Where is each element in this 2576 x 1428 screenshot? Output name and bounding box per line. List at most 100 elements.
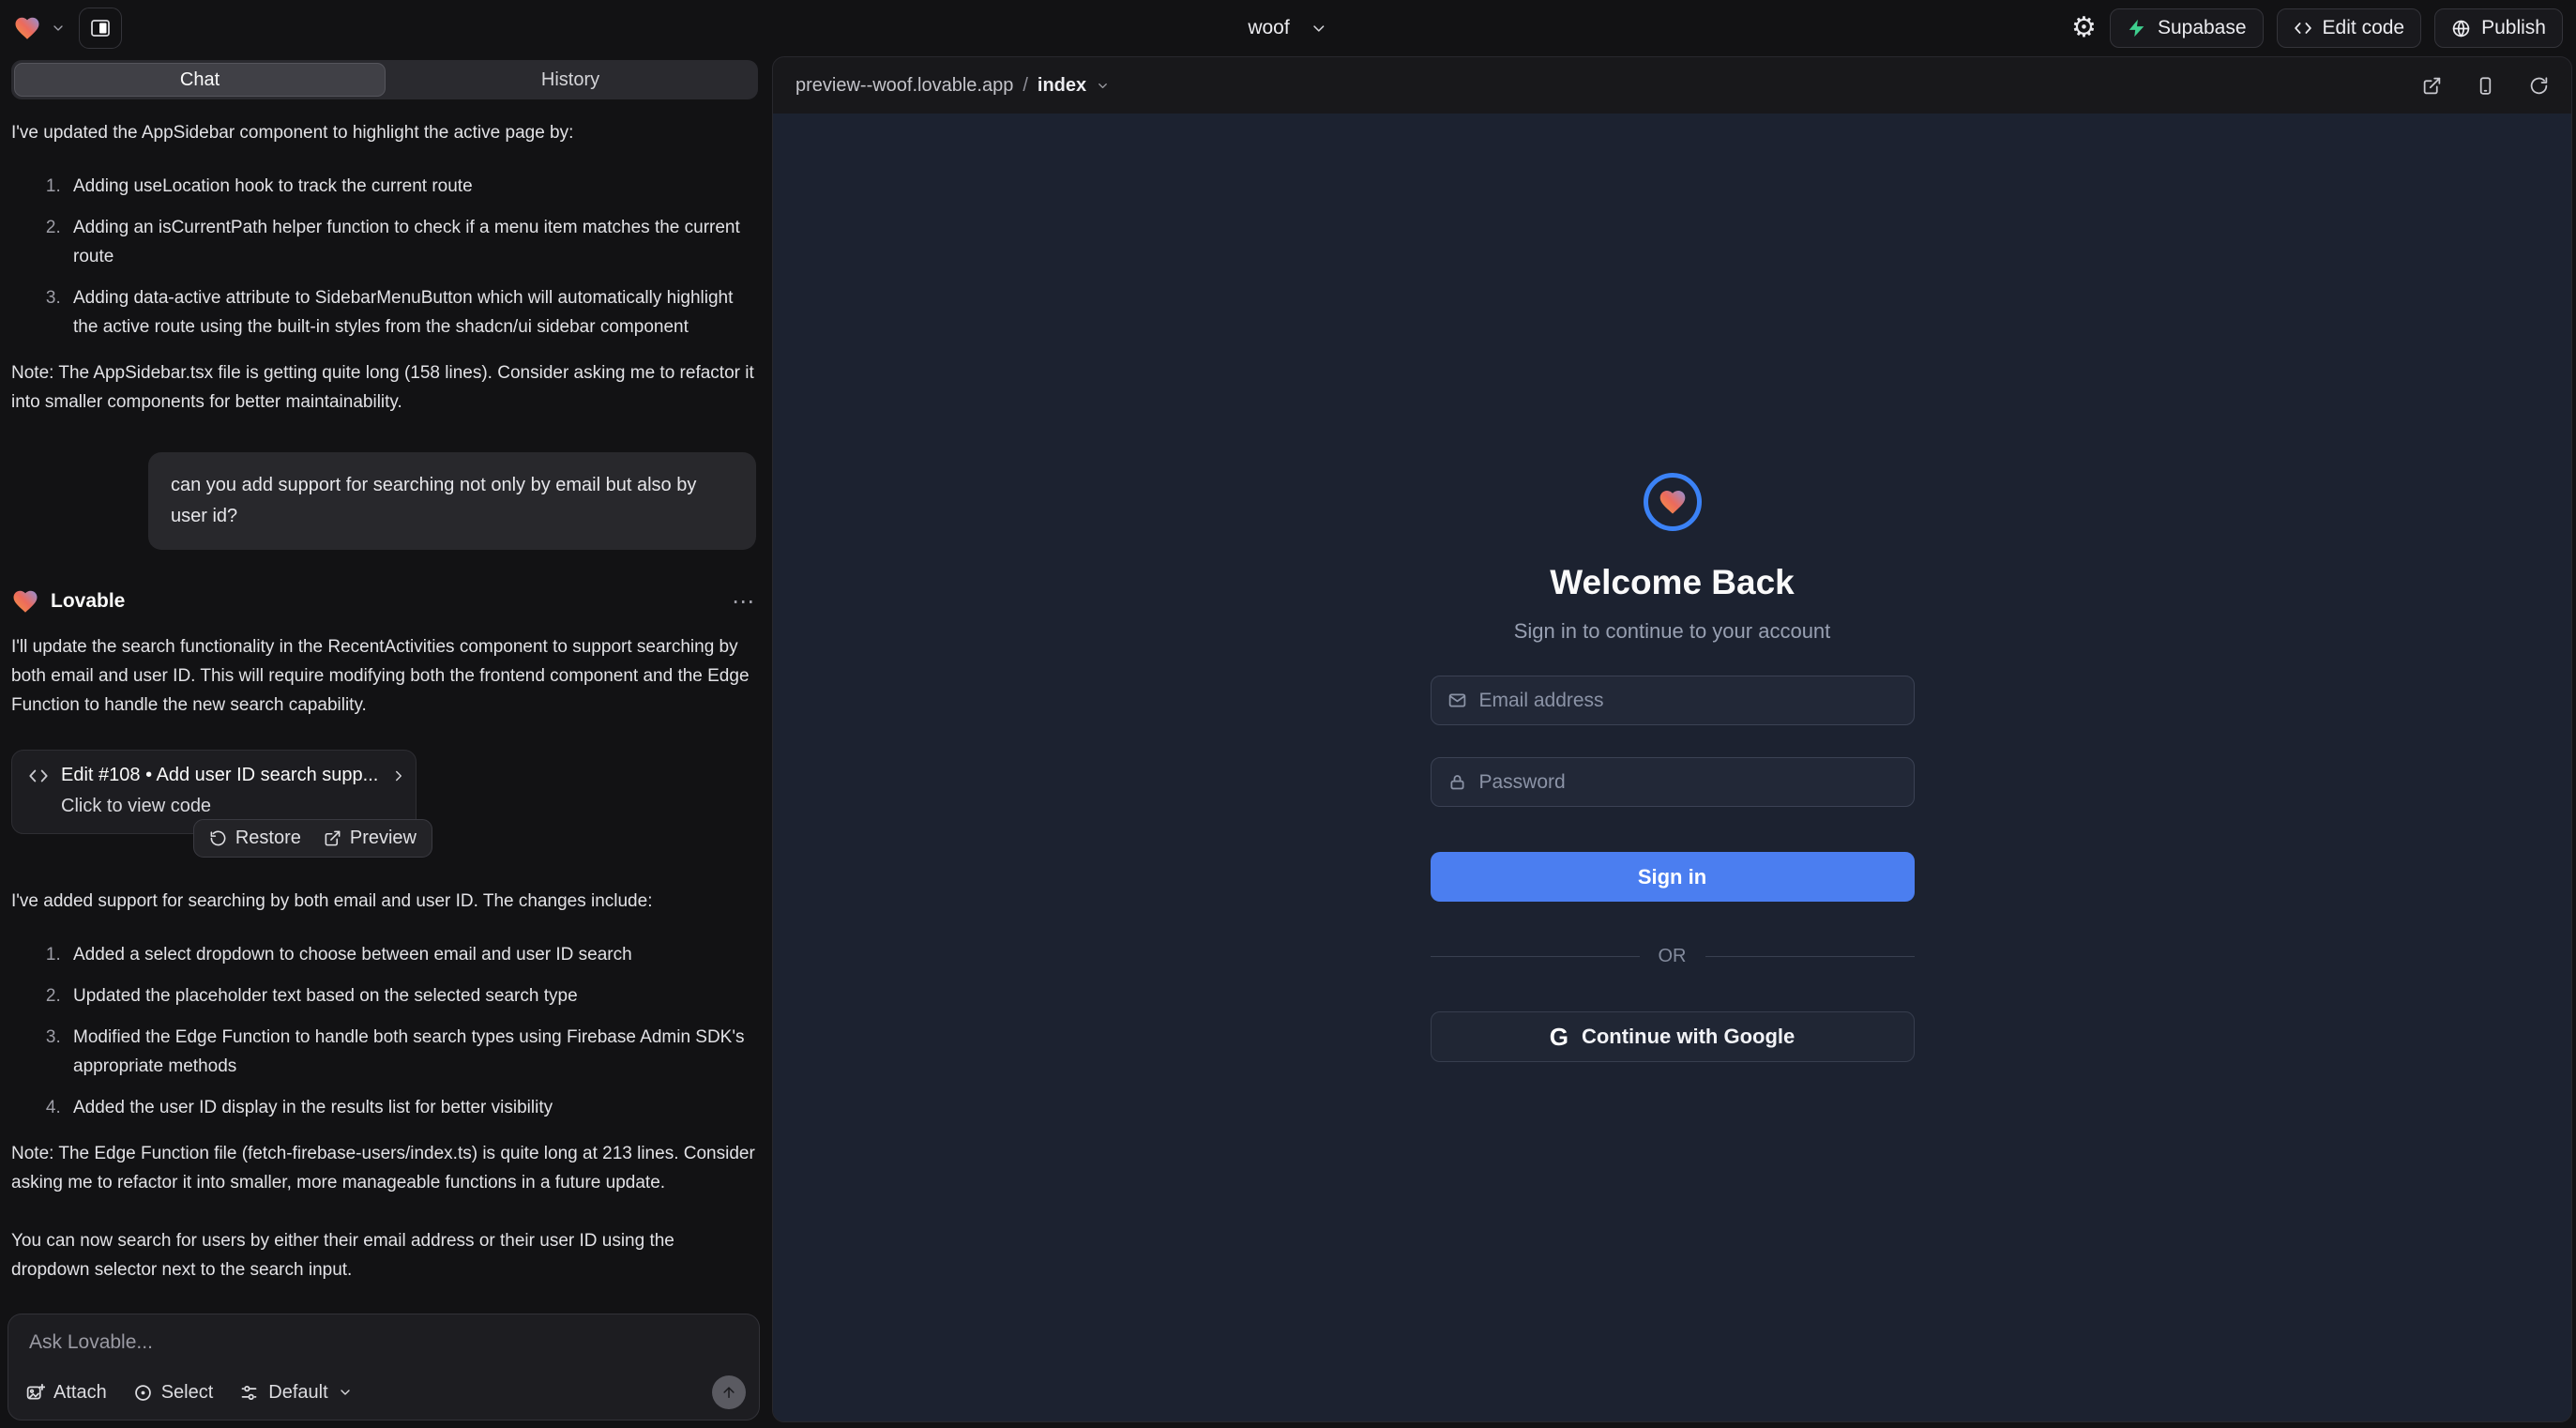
restore-icon	[209, 829, 227, 847]
edit-card-subtitle: Click to view code	[61, 796, 400, 817]
preview-url-selector[interactable]: preview--woof.lovable.app / index	[796, 75, 1110, 97]
select-element-button[interactable]: Select	[133, 1382, 214, 1404]
select-button-label: Select	[161, 1382, 214, 1404]
edit-code-button-label: Edit code	[2323, 17, 2405, 39]
list-item: Added the user ID display in the results…	[66, 1093, 756, 1122]
external-link-icon	[2422, 76, 2442, 96]
open-in-new-tab-button[interactable]	[2422, 76, 2442, 96]
edit-code-button[interactable]: Edit code	[2277, 8, 2422, 48]
or-divider-label: OR	[1659, 946, 1687, 967]
mail-icon	[1447, 691, 1467, 710]
chat-message-list[interactable]: I've updated the AppSidebar component to…	[11, 105, 756, 1308]
lovable-heart-icon	[13, 14, 41, 42]
assistant-message-header: Lovable ⋯	[11, 587, 756, 615]
restore-button-label: Restore	[235, 828, 301, 849]
assistant-name: Lovable	[51, 590, 125, 613]
arrow-up-icon	[720, 1384, 737, 1401]
panel-left-icon	[89, 17, 112, 39]
chat-mode-selector[interactable]: Default	[239, 1382, 352, 1404]
sliders-icon	[239, 1383, 259, 1403]
password-field	[1431, 757, 1915, 807]
or-divider: OR	[1431, 946, 1915, 967]
google-signin-button[interactable]: G Continue with Google	[1431, 1011, 1915, 1062]
assistant-message-list: Added a select dropdown to choose betwee…	[11, 940, 756, 1122]
lovable-logo-menu[interactable]	[13, 14, 66, 42]
lovable-avatar-icon	[11, 587, 39, 615]
image-plus-icon	[25, 1383, 45, 1403]
preview-viewport: Welcome Back Sign in to continue to your…	[773, 114, 2571, 1421]
sidebar-toggle-button[interactable]	[79, 8, 122, 49]
assistant-note-text: Note: The AppSidebar.tsx file is getting…	[11, 358, 756, 417]
assistant-message-text: I'll update the search functionality in …	[11, 632, 756, 720]
list-item: Updated the placeholder text based on th…	[66, 981, 756, 1010]
preview-button[interactable]: Preview	[324, 828, 417, 849]
assistant-message-text: I've added support for searching by both…	[11, 887, 756, 916]
preview-route: index	[1038, 75, 1086, 97]
settings-button[interactable]: ⚙	[2071, 14, 2097, 42]
lock-icon	[1447, 772, 1467, 792]
chevron-down-icon	[51, 21, 66, 36]
globe-icon	[2451, 19, 2471, 38]
list-item: Adding an isCurrentPath helper function …	[66, 213, 756, 271]
assistant-message-text: I've updated the AppSidebar component to…	[11, 118, 756, 147]
smartphone-icon	[2476, 76, 2495, 96]
edit-version-card[interactable]: Edit #108 • Add user ID search supp... C…	[11, 750, 417, 834]
preview-pane: preview--woof.lovable.app / index	[772, 56, 2572, 1422]
project-switcher[interactable]: woof	[1248, 0, 1327, 56]
chat-mode-label: Default	[268, 1382, 327, 1404]
target-icon	[133, 1383, 153, 1403]
supabase-button-label: Supabase	[2158, 17, 2247, 39]
refresh-icon	[2529, 76, 2549, 96]
publish-button-label: Publish	[2481, 17, 2546, 39]
page-subtitle: Sign in to continue to your account	[1514, 619, 1831, 644]
google-signin-label: Continue with Google	[1582, 1025, 1795, 1049]
chevron-down-icon	[1311, 20, 1328, 38]
tab-chat[interactable]: Chat	[14, 63, 386, 97]
signin-card: Welcome Back Sign in to continue to your…	[1431, 473, 1915, 1062]
assistant-message-list: Adding useLocation hook to track the cur…	[11, 172, 756, 342]
chat-history-tabs: Chat History	[11, 60, 758, 99]
heart-icon	[1658, 487, 1688, 517]
preview-header: preview--woof.lovable.app / index	[773, 57, 2571, 114]
chat-composer: Attach Select Default	[8, 1314, 760, 1420]
refresh-preview-button[interactable]	[2529, 76, 2549, 96]
assistant-message-text: You can now search for users by either t…	[11, 1226, 756, 1284]
chevron-down-icon	[1096, 79, 1110, 93]
user-message-bubble: can you add support for searching not on…	[148, 452, 756, 550]
top-bar: woof ⚙ Supabase Edit code Publish	[0, 0, 2576, 56]
app-logo	[1644, 473, 1702, 531]
list-item: Adding useLocation hook to track the cur…	[66, 172, 756, 201]
sign-in-button[interactable]: Sign in	[1431, 852, 1915, 902]
supabase-button[interactable]: Supabase	[2110, 8, 2264, 48]
mobile-view-button[interactable]	[2476, 76, 2495, 96]
password-input[interactable]	[1479, 771, 1898, 794]
project-name: woof	[1248, 17, 1289, 39]
preview-url: preview--woof.lovable.app	[796, 75, 1013, 97]
url-path-separator: /	[1023, 75, 1028, 97]
chevron-down-icon	[338, 1385, 353, 1400]
restore-button[interactable]: Restore	[209, 828, 301, 849]
message-menu-button[interactable]: ⋯	[732, 588, 756, 615]
version-actions-toolbar: Restore Preview	[193, 819, 432, 858]
attach-button-label: Attach	[53, 1382, 107, 1404]
list-item: Added a select dropdown to choose betwee…	[66, 940, 756, 969]
chat-input[interactable]	[8, 1314, 759, 1367]
email-input[interactable]	[1479, 690, 1898, 712]
supabase-icon	[2127, 18, 2147, 38]
page-title: Welcome Back	[1550, 563, 1795, 602]
attach-button[interactable]: Attach	[25, 1382, 107, 1404]
preview-button-label: Preview	[350, 828, 417, 849]
send-message-button[interactable]	[712, 1375, 746, 1409]
publish-button[interactable]: Publish	[2434, 8, 2563, 48]
list-item: Adding data-active attribute to SidebarM…	[66, 283, 756, 342]
code-icon	[28, 766, 49, 786]
tab-history[interactable]: History	[386, 63, 755, 97]
external-link-icon	[324, 829, 341, 847]
google-icon: G	[1550, 1025, 1568, 1049]
email-field	[1431, 676, 1915, 725]
chevron-right-icon	[390, 767, 407, 784]
code-icon	[2294, 19, 2312, 38]
assistant-note-text: Note: The Edge Function file (fetch-fire…	[11, 1139, 756, 1197]
chat-panel: Chat History I've updated the AppSidebar…	[0, 56, 769, 1428]
edit-card-title: Edit #108 • Add user ID search supp...	[61, 765, 378, 786]
